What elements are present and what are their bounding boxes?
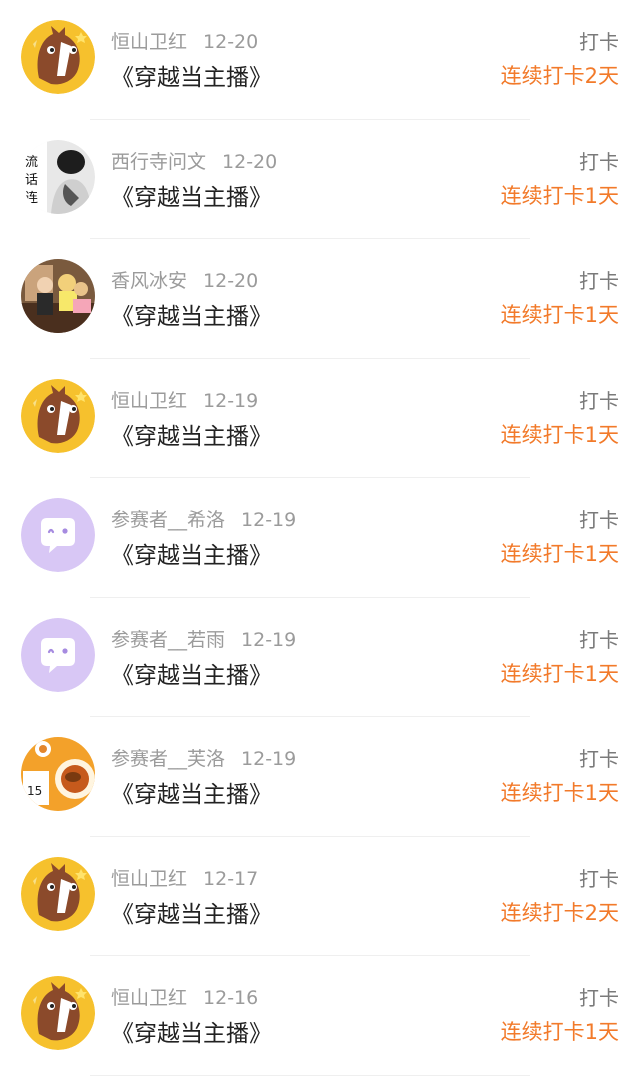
book-title[interactable]: 《穿越当主播》	[111, 1014, 272, 1048]
list-item[interactable]: 香风冰安 12-20 《穿越当主播》 打卡 连续打卡1天	[0, 239, 640, 359]
checkin-date: 12-20	[203, 270, 259, 292]
list-item[interactable]: 恒山卫红 12-17 《穿越当主播》 打卡 连续打卡2天	[0, 837, 640, 957]
horse-avatar-icon[interactable]	[21, 976, 95, 1050]
checkin-date: 12-17	[203, 867, 259, 890]
food-photo-avatar-icon[interactable]: 15	[21, 737, 95, 811]
checkin-list: 恒山卫红 12-20 《穿越当主播》 打卡 连续打卡2天 流 话 连 西行寺问文 1…	[0, 0, 640, 1076]
book-title[interactable]: 《穿越当主播》	[111, 656, 272, 690]
streak-label: 连续打卡2天	[500, 900, 619, 925]
username: 西行寺问文 12-20	[111, 150, 278, 173]
horse-avatar-icon[interactable]	[21, 856, 95, 931]
svg-text:流: 流	[25, 155, 38, 170]
checkin-label: 打卡	[579, 30, 619, 54]
chat-bubble-avatar-icon[interactable]	[21, 617, 95, 692]
checkin-label: 打卡	[579, 866, 619, 891]
photo-avatar-icon[interactable]: 流 话 连	[21, 139, 95, 214]
checkin-label: 打卡	[579, 747, 619, 771]
streak-label: 连续打卡1天	[500, 661, 619, 686]
svg-text:15: 15	[27, 784, 42, 798]
list-item[interactable]: 参赛者__若雨 12-19 《穿越当主播》 打卡 连续打卡1天	[0, 598, 640, 718]
username: 参赛者__若雨 12-19	[111, 628, 297, 651]
list-item[interactable]: 流 话 连 西行寺问文 12-20 《穿越当主播》 打卡 连续打卡1天	[0, 120, 640, 240]
book-title[interactable]: 《穿越当主播》	[111, 178, 272, 212]
svg-text:连: 连	[25, 190, 38, 206]
checkin-date: 12-19	[203, 389, 259, 412]
svg-text:话: 话	[25, 173, 38, 188]
checkin-label: 打卡	[579, 149, 619, 174]
list-item[interactable]: 恒山卫红 12-20 《穿越当主播》 打卡 连续打卡2天	[0, 0, 640, 120]
horse-avatar-icon[interactable]	[21, 20, 95, 94]
book-title[interactable]: 《穿越当主播》	[111, 775, 272, 809]
username: 参赛者__希洛 12-19	[111, 509, 297, 531]
username: 恒山卫红 12-20	[111, 31, 259, 53]
photo-avatar-icon[interactable]	[21, 259, 95, 333]
book-title[interactable]: 《穿越当主播》	[111, 417, 272, 451]
book-title[interactable]: 《穿越当主播》	[111, 58, 272, 92]
checkin-date: 12-16	[203, 987, 259, 1009]
username: 香风冰安 12-20	[111, 270, 259, 292]
list-item[interactable]: 15 参赛者__芙洛 12-19 《穿越当主播》 打卡 连续打卡1天	[0, 717, 640, 837]
chat-bubble-avatar-icon[interactable]	[21, 498, 95, 572]
username: 恒山卫红 12-16	[111, 987, 259, 1009]
book-title[interactable]: 《穿越当主播》	[111, 536, 272, 570]
book-title[interactable]: 《穿越当主播》	[111, 297, 272, 331]
checkin-date: 12-19	[241, 509, 297, 531]
book-title[interactable]: 《穿越当主播》	[111, 895, 272, 929]
streak-label: 连续打卡1天	[500, 303, 619, 327]
username: 恒山卫红 12-19	[111, 389, 259, 412]
checkin-date: 12-19	[241, 748, 297, 770]
streak-label: 连续打卡1天	[500, 542, 619, 566]
horse-avatar-icon[interactable]	[21, 378, 95, 453]
username: 参赛者__芙洛 12-19	[111, 748, 297, 770]
streak-label: 连续打卡1天	[500, 781, 619, 805]
streak-label: 连续打卡1天	[500, 1020, 619, 1044]
checkin-date: 12-20	[203, 31, 259, 53]
checkin-label: 打卡	[579, 508, 619, 532]
list-item[interactable]: 恒山卫红 12-19 《穿越当主播》 打卡 连续打卡1天	[0, 359, 640, 479]
checkin-label: 打卡	[579, 986, 619, 1010]
streak-label: 连续打卡1天	[500, 422, 619, 447]
checkin-date: 12-20	[222, 150, 278, 173]
checkin-date: 12-19	[241, 628, 297, 651]
streak-label: 连续打卡1天	[500, 183, 619, 208]
checkin-label: 打卡	[579, 269, 619, 293]
list-item[interactable]: 恒山卫红 12-16 《穿越当主播》 打卡 连续打卡1天	[0, 956, 640, 1076]
checkin-label: 打卡	[579, 388, 619, 413]
list-item[interactable]: 参赛者__希洛 12-19 《穿越当主播》 打卡 连续打卡1天	[0, 478, 640, 598]
checkin-label: 打卡	[579, 627, 619, 652]
username: 恒山卫红 12-17	[111, 867, 259, 890]
streak-label: 连续打卡2天	[500, 64, 619, 88]
